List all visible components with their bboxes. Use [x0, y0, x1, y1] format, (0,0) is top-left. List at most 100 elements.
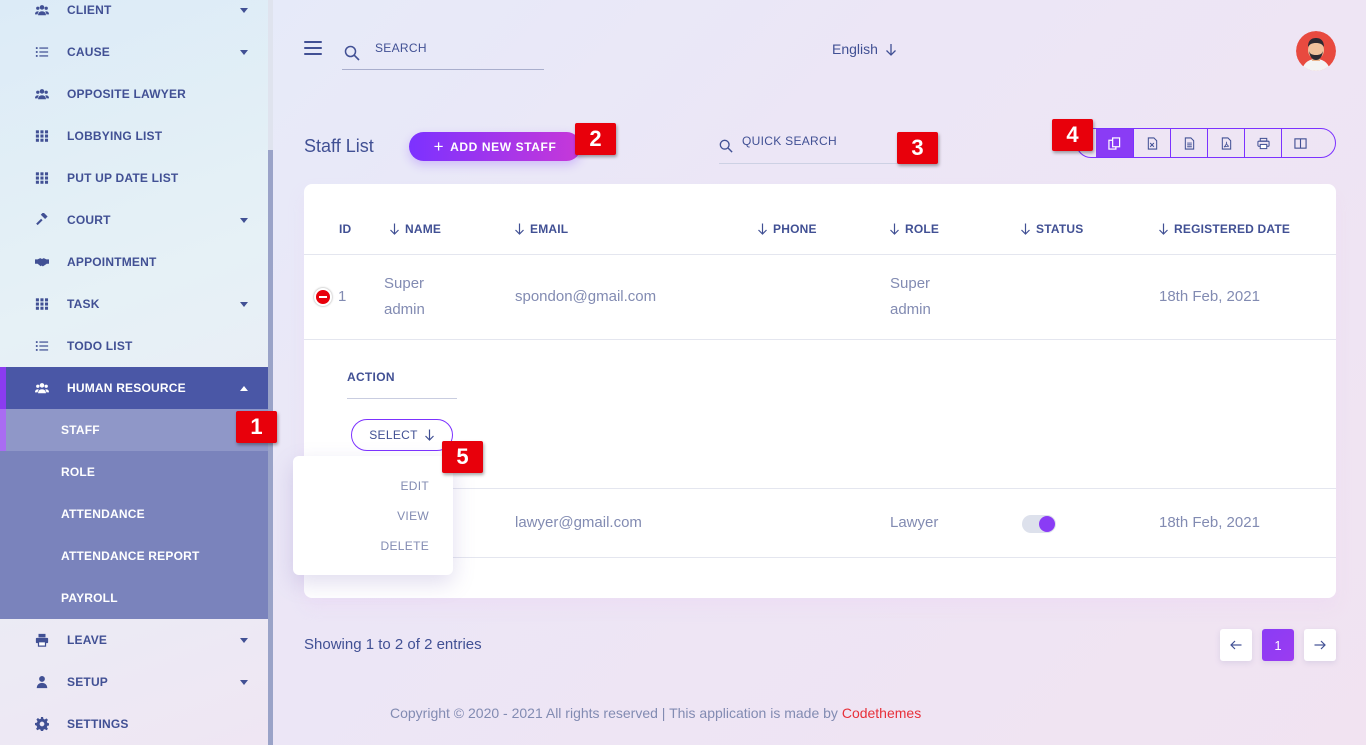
header-divider — [304, 254, 1336, 255]
cell-name-line1: Super — [384, 275, 425, 292]
action-underline — [347, 398, 457, 399]
top-search — [342, 36, 544, 70]
cell-role-line1: Super — [890, 275, 931, 292]
row-divider — [304, 557, 1336, 558]
annotation-marker-2: 2 — [575, 123, 616, 155]
sidebar-scrollbar-thumb[interactable] — [268, 150, 273, 745]
column-header-name[interactable]: NAME — [389, 222, 441, 236]
sidebar-subitem-attendance-report[interactable]: ATTENDANCE REPORT — [0, 535, 268, 577]
sidebar-item-client[interactable]: CLIENT — [0, 0, 268, 31]
pdf-button[interactable] — [1207, 129, 1244, 157]
sidebar-item-label: COURT — [67, 213, 111, 227]
language-selector[interactable]: English — [832, 41, 897, 57]
annotation-marker-3: 3 — [897, 132, 938, 164]
cell-registered-date: 18th Feb, 2021 — [1159, 514, 1260, 531]
sort-arrow-icon — [390, 223, 399, 235]
sidebar-item-opposite-lawyer[interactable]: OPPOSITE LAWYER — [0, 73, 268, 115]
page-title: Staff List — [304, 136, 374, 156]
staff-table: ID NAME EMAIL PHONE ROLE STATUS REGISTER… — [304, 184, 1336, 598]
list-icon — [34, 44, 50, 60]
sidebar-item-human-resource[interactable]: HUMAN RESOURCE — [0, 367, 268, 409]
print-icon — [1256, 137, 1270, 149]
sidebar-item-appointment[interactable]: APPOINTMENT — [0, 241, 268, 283]
copyright-text: Copyright © 2020 - 2021 All rights reser… — [390, 705, 842, 721]
search-icon — [719, 139, 733, 153]
sidebar-item-label: TODO LIST — [67, 339, 133, 353]
sidebar-item-setup[interactable]: SETUP — [0, 661, 268, 703]
column-header-phone[interactable]: PHONE — [757, 222, 817, 236]
column-header-label: PHONE — [773, 222, 817, 236]
column-header-label: ROLE — [905, 222, 940, 236]
arrow-down-icon — [885, 43, 896, 56]
sidebar-subitem-label: ATTENDANCE — [61, 507, 145, 521]
csv-button[interactable] — [1170, 129, 1207, 157]
action-select-button[interactable]: SELECT — [351, 419, 453, 451]
add-new-staff-button[interactable]: + ADD NEW STAFF — [409, 132, 581, 161]
pagination-previous-button[interactable] — [1220, 629, 1252, 661]
sidebar-item-put-up-date-list[interactable]: PUT UP DATE LIST — [0, 157, 268, 199]
dropdown-item-view[interactable]: VIEW — [397, 509, 429, 523]
sort-arrow-icon — [758, 223, 767, 235]
language-label: English — [832, 41, 878, 57]
sidebar-item-todo-list[interactable]: TODO LIST — [0, 325, 268, 367]
sidebar-item-lobbying-list[interactable]: LOBBYING LIST — [0, 115, 268, 157]
column-header-registered-date[interactable]: REGISTERED DATE — [1158, 222, 1290, 236]
add-new-staff-label: ADD NEW STAFF — [450, 139, 557, 154]
sort-arrow-icon — [515, 223, 524, 235]
excel-icon — [1147, 136, 1157, 150]
dropdown-item-delete[interactable]: DELETE — [381, 539, 429, 553]
cell-id: 1 — [338, 288, 347, 305]
caret-down-icon — [240, 50, 248, 55]
sidebar-subitem-attendance[interactable]: ATTENDANCE — [0, 493, 268, 535]
sort-arrow-icon — [1159, 223, 1168, 235]
sidebar-item-label: SETUP — [67, 675, 109, 689]
action-label: ACTION — [347, 370, 395, 384]
column-header-status[interactable]: STATUS — [1020, 222, 1083, 236]
status-toggle[interactable] — [1022, 515, 1056, 533]
sidebar-item-leave[interactable]: LEAVE — [0, 619, 268, 661]
sidebar-subitem-staff[interactable]: STAFF — [0, 409, 268, 451]
sidebar-item-task[interactable]: TASK — [0, 283, 268, 325]
sidebar-item-court[interactable]: COURT — [0, 199, 268, 241]
cell-email: spondon@gmail.com — [515, 288, 657, 305]
search-input[interactable] — [375, 40, 525, 55]
pagination-page-1[interactable]: 1 — [1262, 629, 1294, 661]
export-button-group — [1076, 128, 1336, 158]
columns-button[interactable] — [1281, 129, 1318, 157]
column-header-label: STATUS — [1036, 222, 1084, 236]
sidebar-item-settings[interactable]: SETTINGS — [0, 703, 268, 745]
sidebar-item-cause[interactable]: CAUSE — [0, 31, 268, 73]
annotation-marker-1: 1 — [236, 411, 277, 443]
cell-role: Lawyer — [890, 514, 939, 531]
grid-icon — [34, 170, 50, 186]
sort-arrow-icon — [890, 223, 899, 235]
sidebar-subitem-payroll[interactable]: PAYROLL — [0, 577, 268, 619]
copy-button[interactable] — [1096, 129, 1133, 157]
avatar[interactable] — [1296, 31, 1336, 71]
plus-icon: + — [433, 137, 445, 156]
sidebar-subitem-role[interactable]: ROLE — [0, 451, 268, 493]
pagination-next-button[interactable] — [1304, 629, 1336, 661]
gavel-icon — [34, 212, 50, 228]
caret-down-icon — [240, 680, 248, 685]
list-icon — [34, 338, 50, 354]
sidebar: CLIENT CAUSE OPPOSITE LAWYER LOBBYING LI… — [0, 0, 268, 745]
user-icon — [34, 674, 50, 690]
column-header-id[interactable]: ID — [339, 222, 351, 236]
sidebar-item-label: CAUSE — [67, 45, 111, 59]
users-icon — [34, 2, 50, 18]
copyright: Copyright © 2020 - 2021 All rights reser… — [390, 705, 921, 721]
select-label: SELECT — [369, 428, 418, 442]
column-header-email[interactable]: EMAIL — [514, 222, 568, 236]
print-button[interactable] — [1244, 129, 1281, 157]
column-header-role[interactable]: ROLE — [889, 222, 939, 236]
row-collapse-button[interactable] — [314, 288, 332, 306]
column-header-label: REGISTERED DATE — [1174, 222, 1291, 236]
dropdown-item-edit[interactable]: EDIT — [400, 479, 429, 493]
excel-button[interactable] — [1133, 129, 1170, 157]
column-header-label: EMAIL — [530, 222, 569, 236]
brand-link[interactable]: Codethemes — [842, 705, 921, 721]
quick-search-input[interactable] — [742, 133, 892, 148]
menu-toggle-icon[interactable] — [304, 41, 322, 55]
columns-icon — [1293, 137, 1307, 149]
